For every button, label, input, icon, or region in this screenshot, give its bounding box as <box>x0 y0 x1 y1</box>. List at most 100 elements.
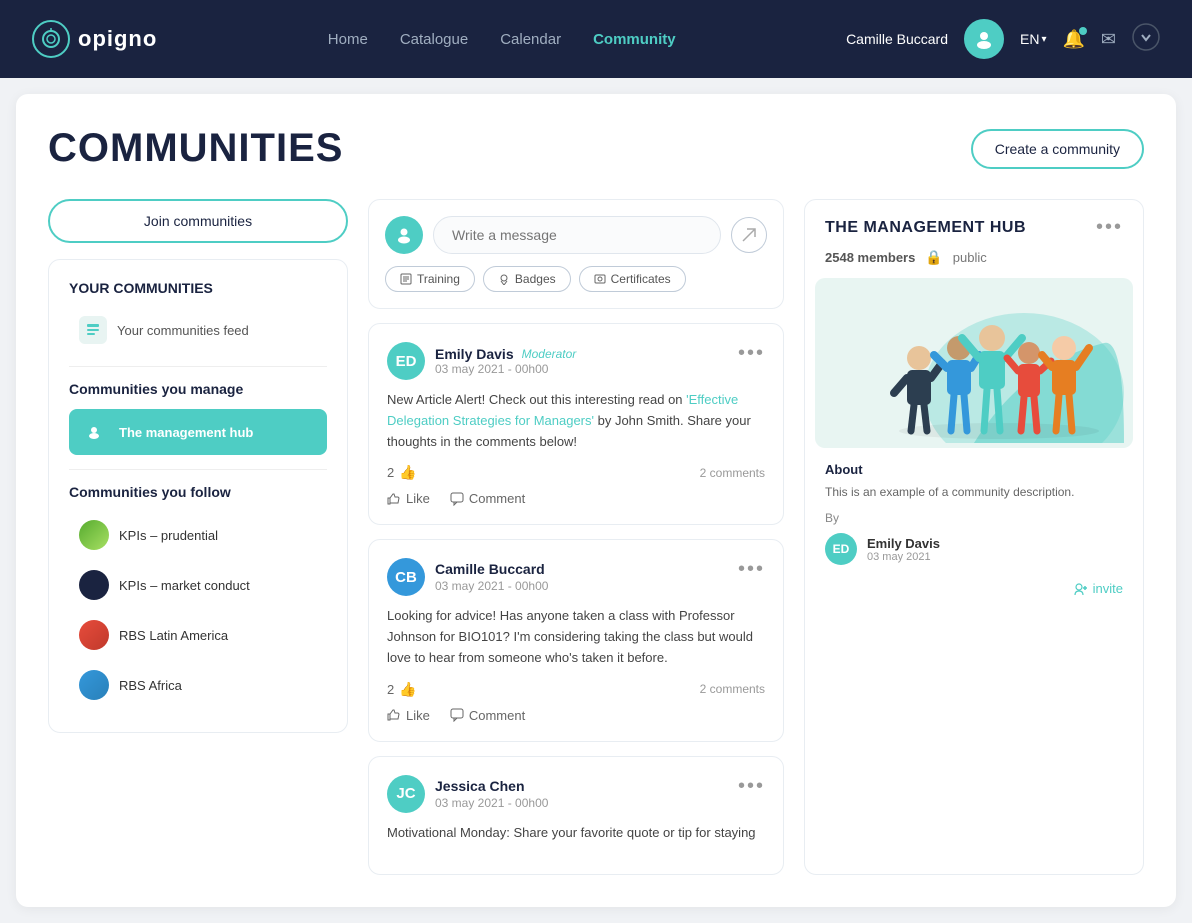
post-timestamp-2: 03 may 2021 - 00h00 <box>435 796 548 810</box>
followed-0-label: KPIs – prudential <box>119 528 218 543</box>
join-communities-button[interactable]: Join communities <box>48 199 348 243</box>
language-selector[interactable]: EN ▾ <box>1020 31 1046 47</box>
followed-community-0[interactable]: KPIs – prudential <box>69 512 327 558</box>
panel-author-row: ED Emily Davis 03 may 2021 <box>805 533 1143 573</box>
post-reactions-1: 2 👍 2 comments <box>387 681 765 698</box>
community-avatar-mgmt <box>79 417 109 447</box>
post-content-0: New Article Alert! Check out this intere… <box>387 390 765 452</box>
logo-text: opigno <box>78 26 157 52</box>
post-author-name-0: Emily Davis <box>435 346 514 362</box>
reaction-count-0: 2 👍 <box>387 464 417 481</box>
post-avatar-0: ED <box>387 342 425 380</box>
post-header-0: ED Emily Davis Moderator 03 may 2021 - 0… <box>387 342 765 380</box>
panel-about-title: About <box>825 462 1123 477</box>
followed-community-3[interactable]: RBS Africa <box>69 662 327 708</box>
panel-header: THE MANAGEMENT HUB ••• <box>805 200 1143 249</box>
header-right: Camille Buccard EN ▾ 🔔 ✉ <box>846 19 1160 59</box>
visibility-label: public <box>953 250 987 265</box>
panel-author-info: Emily Davis 03 may 2021 <box>867 536 940 563</box>
panel-author-name: Emily Davis <box>867 536 940 551</box>
panel-author-avatar: ED <box>825 533 857 565</box>
post-more-2[interactable]: ••• <box>738 775 765 798</box>
main-nav: Home Catalogue Calendar Community <box>197 31 806 48</box>
nav-calendar[interactable]: Calendar <box>500 31 561 48</box>
page-header: COMMUNITIES Create a community <box>48 126 1144 171</box>
compose-input[interactable] <box>433 216 721 254</box>
post-card-0: ED Emily Davis Moderator 03 may 2021 - 0… <box>368 323 784 525</box>
illustration-svg <box>824 283 1124 443</box>
post-reactions-0: 2 👍 2 comments <box>387 464 765 481</box>
community-avatar-rbs1 <box>79 620 109 650</box>
followed-1-label: KPIs – market conduct <box>119 578 250 593</box>
app-header: opigno Home Catalogue Calendar Community… <box>0 0 1192 78</box>
panel-more-button[interactable]: ••• <box>1096 216 1123 239</box>
post-header-2: JC Jessica Chen 03 may 2021 - 00h00 ••• <box>387 775 765 813</box>
post-more-1[interactable]: ••• <box>738 558 765 581</box>
invite-section: invite <box>805 573 1143 612</box>
post-timestamp-1: 03 may 2021 - 00h00 <box>435 579 548 593</box>
communities-card: YOUR COMMUNITIES Your communities feed C… <box>48 259 348 733</box>
compose-tags: Training Badges Certificates <box>385 266 767 292</box>
panel-description: This is an example of a community descri… <box>825 483 1123 501</box>
divider-1 <box>69 366 327 367</box>
post-avatar-2: JC <box>387 775 425 813</box>
nav-catalogue[interactable]: Catalogue <box>400 31 468 48</box>
post-author-name-1: Camille Buccard <box>435 561 545 577</box>
followed-community-2[interactable]: RBS Latin America <box>69 612 327 658</box>
right-panel: THE MANAGEMENT HUB ••• 2548 members 🔒 pu… <box>804 199 1144 875</box>
reaction-emoji-0: 👍 <box>399 464 416 481</box>
nav-home[interactable]: Home <box>328 31 368 48</box>
page-title: COMMUNITIES <box>48 126 343 171</box>
user-avatar[interactable] <box>964 19 1004 59</box>
comment-button-0[interactable]: Comment <box>450 491 525 506</box>
post-author-row-2: JC Jessica Chen 03 may 2021 - 00h00 <box>387 775 548 813</box>
post-header-1: CB Camille Buccard 03 may 2021 - 00h00 •… <box>387 558 765 596</box>
logo-icon <box>32 20 70 58</box>
like-button-0[interactable]: Like <box>387 491 430 506</box>
main-columns: Join communities YOUR COMMUNITIES Your c… <box>48 199 1144 875</box>
post-card-1: CB Camille Buccard 03 may 2021 - 00h00 •… <box>368 539 784 741</box>
post-author-row-1: CB Camille Buccard 03 may 2021 - 00h00 <box>387 558 548 596</box>
user-menu-button[interactable] <box>1132 23 1160 56</box>
comment-button-1[interactable]: Comment <box>450 708 525 723</box>
followed-community-1[interactable]: KPIs – market conduct <box>69 562 327 608</box>
communities-feed-item[interactable]: Your communities feed <box>69 308 327 352</box>
post-more-0[interactable]: ••• <box>738 342 765 365</box>
post-author-row-0: ED Emily Davis Moderator 03 may 2021 - 0… <box>387 342 576 380</box>
create-community-button[interactable]: Create a community <box>971 129 1144 169</box>
like-button-1[interactable]: Like <box>387 708 430 723</box>
messages-icon[interactable]: ✉ <box>1101 29 1116 50</box>
left-sidebar: Join communities YOUR COMMUNITIES Your c… <box>48 199 348 875</box>
reaction-count-1: 2 👍 <box>387 681 417 698</box>
invite-button[interactable]: invite <box>1074 581 1123 596</box>
compose-row <box>385 216 767 254</box>
managed-community-0[interactable]: The management hub <box>69 409 327 455</box>
notification-badge <box>1079 27 1087 35</box>
divider-2 <box>69 469 327 470</box>
notifications-icon[interactable]: 🔔 <box>1062 29 1084 50</box>
tag-badges[interactable]: Badges <box>483 266 571 292</box>
tag-training[interactable]: Training <box>385 266 475 292</box>
post-author-info-1: Camille Buccard 03 may 2021 - 00h00 <box>435 561 548 593</box>
nav-community[interactable]: Community <box>593 31 676 48</box>
follow-section-title: Communities you follow <box>69 484 327 500</box>
post-avatar-1: CB <box>387 558 425 596</box>
post-author-info-0: Emily Davis Moderator 03 may 2021 - 00h0… <box>435 346 576 376</box>
comments-count-1: 2 comments <box>700 682 765 696</box>
post-card-2: JC Jessica Chen 03 may 2021 - 00h00 ••• … <box>368 756 784 875</box>
panel-title: THE MANAGEMENT HUB <box>825 219 1026 237</box>
page-container: COMMUNITIES Create a community Join comm… <box>16 94 1176 907</box>
community-avatar-rbs2 <box>79 670 109 700</box>
feed-column: Training Badges Certificates ED <box>368 199 784 875</box>
feed-icon <box>79 316 107 344</box>
compose-avatar <box>385 216 423 254</box>
tag-certificates[interactable]: Certificates <box>579 266 686 292</box>
post-author-info-2: Jessica Chen 03 may 2021 - 00h00 <box>435 778 548 810</box>
communities-feed-label: Your communities feed <box>117 323 249 338</box>
logo: opigno <box>32 20 157 58</box>
panel-about-section: About This is an example of a community … <box>805 462 1143 511</box>
panel-meta: 2548 members 🔒 public <box>805 249 1143 278</box>
followed-3-label: RBS Africa <box>119 678 182 693</box>
send-message-button[interactable] <box>731 217 767 253</box>
invite-label: invite <box>1093 581 1123 596</box>
